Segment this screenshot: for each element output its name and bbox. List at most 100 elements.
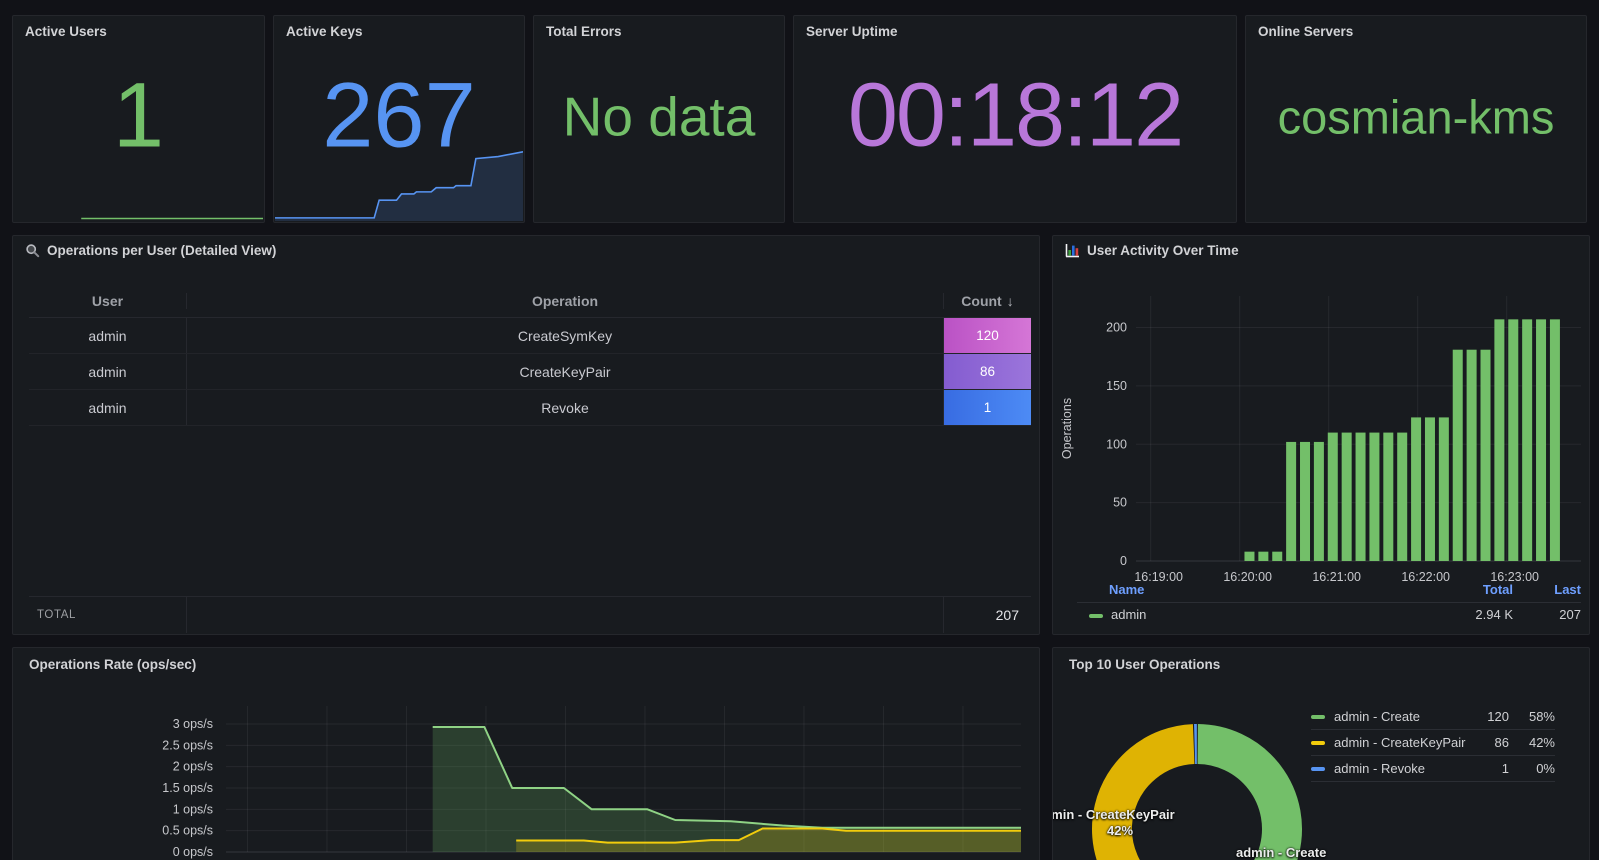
svg-text:1.5 ops/s: 1.5 ops/s [162,781,213,795]
legend-header-name[interactable]: Name [1109,582,1144,597]
stat-value: 267 [274,69,524,161]
legend-series-name[interactable]: admin - CreateKeyPair [1334,735,1469,750]
legend-series-percent: 42% [1509,735,1555,750]
legend-series-swatch [1311,741,1325,745]
cell-user: admin [29,318,187,353]
cell-operation: CreateKeyPair [187,354,944,389]
legend-series-total: 2.94 K [1475,607,1513,622]
stat-panel-online-servers: Online Servers cosmian-kms [1245,15,1587,223]
stat-title[interactable]: Server Uptime [806,24,898,39]
stat-row: Active Users 1 Active Keys 267 Total Errors N… [12,15,1587,223]
cell-user: admin [29,354,187,389]
svg-text:150: 150 [1106,379,1127,393]
panel-title-text: Top 10 User Operations [1069,657,1220,672]
cell-operation: CreateSymKey [187,318,944,353]
stat-sparkline [275,151,523,221]
stat-panel-total-errors: Total Errors No data [533,15,785,223]
stat-panel-active-keys: Active Keys 267 [273,15,525,223]
column-header-user[interactable]: User [29,293,187,309]
legend-header-last[interactable]: Last [1554,582,1581,597]
search-icon [25,243,40,258]
stat-value: 1 [13,69,264,161]
cell-operation: Revoke [187,390,944,425]
cell-count: 120 [944,318,1031,353]
legend-series-name[interactable]: admin - Create [1334,709,1469,724]
operations-table: User Operation Count ↓ adminCreateSymKey… [29,284,1031,426]
top-operations-donut-chart [1085,717,1309,860]
panel-operations-per-user: Operations per User (Detailed View) User… [12,235,1040,635]
donut-legend-row: admin - CreateKeyPair8642% [1311,730,1555,756]
legend-series-name[interactable]: admin [1111,607,1146,622]
total-label: TOTAL [29,597,187,633]
total-value: 207 [944,597,1031,633]
table-row: adminCreateKeyPair86 [29,354,1031,390]
legend-series-value: 120 [1469,709,1509,724]
stat-title[interactable]: Total Errors [546,24,622,39]
svg-text:2 ops/s: 2 ops/s [173,760,213,774]
legend-series-value: 86 [1469,735,1509,750]
count-header-label: Count [961,293,1001,309]
cell-user: admin [29,390,187,425]
svg-text:100: 100 [1106,437,1127,451]
svg-text:3 ops/s: 3 ops/s [173,717,213,731]
stat-panel-server-uptime: Server Uptime 00:18:12 [793,15,1237,223]
grafana-dashboard: Active Users 1 Active Keys 267 Total Errors N… [0,0,1599,860]
legend-series-swatch [1311,767,1325,771]
user-activity-bar-chart: 05010015020016:19:0016:20:0016:21:0016:2… [1053,236,1589,596]
legend-series-last: 207 [1559,607,1581,622]
cell-count: 86 [944,354,1031,389]
column-header-count[interactable]: Count ↓ [944,293,1031,309]
legend-series-name[interactable]: admin - Revoke [1334,761,1469,776]
panel-user-activity: User Activity Over Time 05010015020016:1… [1052,235,1590,635]
legend-series-percent: 0% [1509,761,1555,776]
legend-series-value: 1 [1469,761,1509,776]
svg-text:0: 0 [1120,554,1127,568]
stat-title[interactable]: Online Servers [1258,24,1353,39]
table-row: adminRevoke1 [29,390,1031,426]
panel-title-text: User Activity Over Time [1087,243,1239,258]
stat-value: cosmian-kms [1246,94,1586,141]
legend-header-total[interactable]: Total [1483,582,1513,597]
table-body: adminCreateSymKey120adminCreateKeyPair86… [29,318,1031,426]
svg-text:1 ops/s: 1 ops/s [173,802,213,816]
legend-series-swatch [1311,715,1325,719]
panel-operations-rate: Operations Rate (ops/sec) 3 ops/s2.5 ops… [12,647,1040,860]
stat-value: No data [534,89,784,144]
stat-panel-active-users: Active Users 1 [12,15,265,223]
stat-title[interactable]: Active Keys [286,24,363,39]
panel-top-user-operations: Top 10 User Operations admin - CreateKey… [1052,647,1590,860]
table-row: adminCreateSymKey120 [29,318,1031,354]
cell-count: 1 [944,390,1031,425]
svg-text:16:22:00: 16:22:00 [1401,570,1450,584]
donut-legend: admin - Create12058%admin - CreateKeyPai… [1311,704,1555,782]
donut-label-createkeypair-pct: 42% [1107,823,1133,838]
donut-legend-row: admin - Create12058% [1311,704,1555,730]
bar-chart-icon [1065,243,1080,258]
count-gradient-cell: 86 [944,354,1031,389]
svg-text:0.5 ops/s: 0.5 ops/s [162,824,213,838]
stat-sparkline [14,151,263,221]
svg-text:16:21:00: 16:21:00 [1312,570,1361,584]
svg-text:50: 50 [1113,496,1127,510]
stat-value: 00:18:12 [794,70,1236,160]
total-spacer [187,597,944,633]
stat-title[interactable]: Active Users [25,24,107,39]
table-total-row: TOTAL 207 [29,596,1031,633]
panel-title-text: Operations per User (Detailed View) [47,243,276,258]
svg-text:Operations: Operations [1060,398,1074,459]
legend-divider [1077,602,1581,603]
legend-series-percent: 58% [1509,709,1555,724]
count-gradient-cell: 120 [944,318,1031,353]
donut-label-createkeypair: admin - CreateKeyPair [1052,807,1175,822]
table-header-row: User Operation Count ↓ [29,284,1031,318]
sort-desc-icon: ↓ [1007,293,1014,309]
svg-text:0 ops/s: 0 ops/s [173,845,213,859]
column-header-operation[interactable]: Operation [187,293,944,309]
panel-operations-per-user-header[interactable]: Operations per User (Detailed View) [25,243,276,258]
donut-label-create: admin - Create [1236,845,1326,860]
panel-user-activity-header[interactable]: User Activity Over Time [1065,243,1239,258]
svg-text:16:20:00: 16:20:00 [1223,570,1272,584]
svg-text:2.5 ops/s: 2.5 ops/s [162,738,213,752]
panel-top-operations-header[interactable]: Top 10 User Operations [1069,657,1220,672]
operations-rate-line-chart: 3 ops/s 2.5 ops/s 2 ops/s 1.5 ops/s 1 ops/s 0… [13,648,1039,860]
